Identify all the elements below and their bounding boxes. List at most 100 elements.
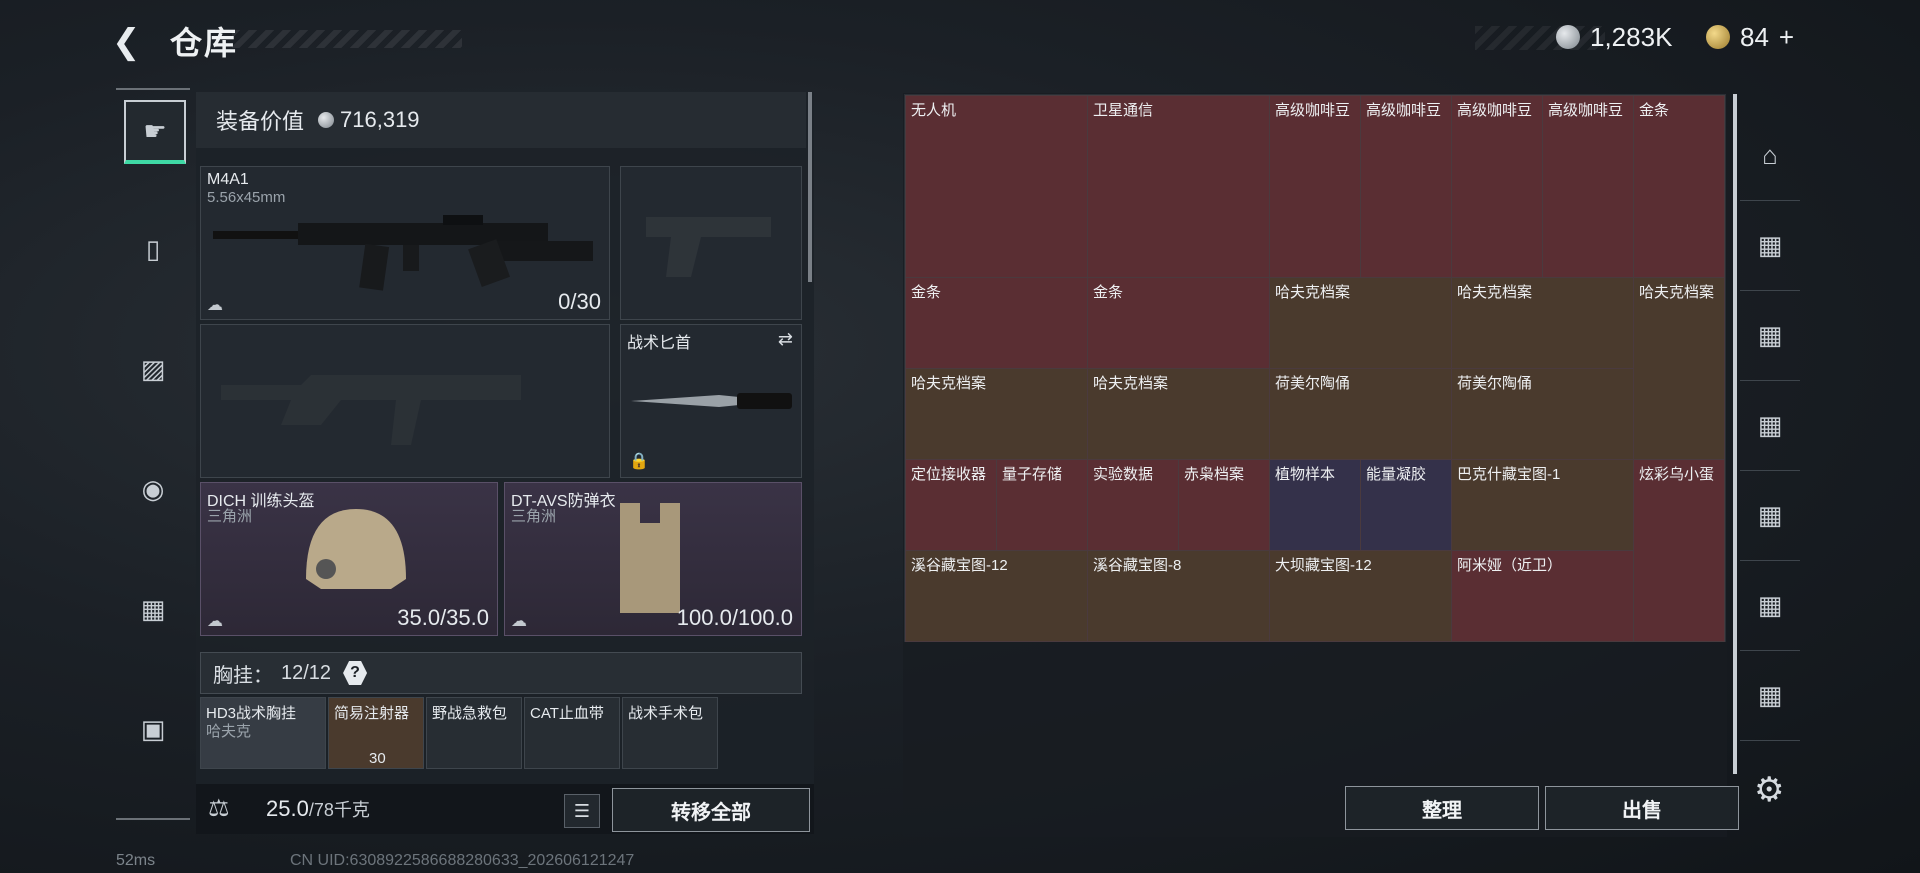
stash-item[interactable]: 哈夫克档案 — [1269, 277, 1452, 369]
stash-item[interactable]: 溪谷藏宝图-12 — [905, 550, 1088, 642]
no-drop-icon: ☁ — [207, 613, 223, 630]
page-title: 仓库 — [170, 25, 239, 61]
nav-helmet-icon[interactable]: ◉ — [124, 460, 182, 518]
title-decoration — [232, 30, 462, 48]
swap-icon[interactable]: ⇄ — [778, 329, 793, 350]
stash-item[interactable]: 能量凝胶 — [1360, 459, 1452, 551]
nav-armor-icon[interactable]: ▯ — [124, 220, 182, 278]
stash-item[interactable]: 荷美尔陶俑 — [1269, 368, 1452, 460]
stash-item[interactable]: 大坝藏宝图-12 — [1269, 550, 1452, 642]
melee-slot[interactable]: 战术匕首 ⇄ 🔒 — [620, 324, 802, 478]
weapon-name: M4A1 — [207, 171, 249, 188]
nav-case-icon[interactable]: ▣ — [124, 700, 182, 758]
stash-item-label: 哈夫克档案 — [1093, 375, 1169, 392]
stash-item[interactable]: 高级咖啡豆 — [1269, 95, 1361, 278]
stash-tab-icon[interactable]: ▦ — [1740, 650, 1800, 741]
chest-item[interactable]: 简易注射器 30 — [328, 697, 424, 769]
stash-tab-icon[interactable]: ▦ — [1740, 290, 1800, 381]
stash-item[interactable]: 量子存储 — [996, 459, 1088, 551]
gold-coin-icon — [1706, 25, 1730, 49]
stash-item-label: 荷美尔陶俑 — [1275, 375, 1351, 392]
stash-item[interactable]: 实验数据 — [1087, 459, 1179, 551]
stash-item[interactable]: 高级咖啡豆 — [1360, 95, 1452, 278]
silver-coin-icon — [1556, 25, 1580, 49]
stash-item-label: 高级咖啡豆 — [1366, 102, 1442, 119]
settings-gear-icon[interactable]: ⚙ — [1754, 770, 1784, 810]
stash-item[interactable]: 高级咖啡豆 — [1451, 95, 1543, 278]
add-icon[interactable]: + — [1779, 22, 1794, 53]
stash-item[interactable]: 无人机 — [905, 95, 1088, 278]
stash-item[interactable]: 阿米娅（近卫） — [1451, 550, 1634, 642]
premium-amount: 84 — [1740, 21, 1769, 52]
stash-item[interactable]: 定位接收器 — [905, 459, 997, 551]
currency-premium[interactable]: 84 + — [1706, 20, 1794, 54]
helmet-durability: 35.0/35.0 — [397, 605, 489, 630]
stash-item[interactable]: 金条 — [905, 277, 1088, 369]
sort-button[interactable]: 整理 — [1345, 786, 1539, 830]
stash-item[interactable]: 哈夫克档案 — [1087, 368, 1270, 460]
helmet-brand: 三角洲 — [207, 508, 253, 525]
stash-item[interactable]: 哈夫克档案 — [1633, 277, 1725, 460]
stash-item-label: 卫星通信 — [1093, 102, 1154, 119]
stash-item[interactable]: 金条 — [1087, 277, 1270, 369]
user-id: CN UID:6308922586688280633_202606121247 — [290, 852, 635, 869]
stash-item[interactable]: 哈夫克档案 — [905, 368, 1088, 460]
stash-item-label: 无人机 — [911, 102, 957, 119]
stash-tabs: ⌂ ▦ ▦ ▦ ▦ ▦ ▦ — [1740, 110, 1800, 770]
stash-item-label: 植物样本 — [1275, 466, 1336, 483]
stash-item-label: 哈夫克档案 — [1275, 284, 1351, 301]
stash-item[interactable]: 植物样本 — [1269, 459, 1361, 551]
back-arrow-icon[interactable]: ❮ — [112, 22, 152, 62]
weight-icon: ⚖ — [208, 795, 230, 822]
stash-item[interactable]: 溪谷藏宝图-8 — [1087, 550, 1270, 642]
help-icon[interactable]: ? — [343, 661, 368, 685]
nav-weapons-icon[interactable]: ☛ — [124, 100, 186, 164]
melee-name: 战术匕首 — [627, 335, 692, 352]
stash-item-label: 溪谷藏宝图-12 — [911, 557, 1008, 574]
secondary-weapon-slot[interactable] — [200, 324, 610, 478]
stash-tab-icon[interactable]: ▦ — [1740, 470, 1800, 561]
chest-item[interactable]: 战术手术包 — [622, 697, 718, 769]
stash-item-label: 高级咖啡豆 — [1457, 102, 1533, 119]
list-view-icon[interactable]: ☰ — [564, 794, 600, 828]
stash-tab-icon[interactable]: ▦ — [1740, 560, 1800, 651]
rifle-image — [213, 215, 593, 291]
stash-item-label: 能量凝胶 — [1366, 466, 1427, 483]
primary-weapon-slot[interactable]: M4A1 5.56x45mm ☁ 0/30 — [200, 166, 610, 320]
armor-slot[interactable]: DT-AVS防弹衣 三角洲 ☁ 100.0/100.0 — [504, 482, 802, 636]
stash-item[interactable]: 荷美尔陶俑 — [1451, 368, 1634, 460]
armor-image — [620, 503, 680, 613]
stash-item[interactable]: 高级咖啡豆 — [1542, 95, 1634, 278]
stash-scrollbar[interactable] — [1733, 94, 1737, 774]
stash-item[interactable]: 赤枭档案 — [1178, 459, 1270, 551]
silver-coin-icon — [318, 112, 335, 128]
nav-pouch-icon[interactable]: ▦ — [124, 580, 182, 638]
stash-home-icon[interactable]: ⌂ — [1740, 110, 1800, 201]
loadout-scrollbar[interactable] — [808, 92, 812, 282]
stash-item[interactable]: 巴克什藏宝图-1 — [1451, 459, 1634, 551]
currency-coins: 1,283K — [1556, 20, 1672, 54]
stash-item[interactable]: 炫彩乌小蛋 — [1633, 459, 1725, 642]
stash-item[interactable]: 金条 — [1633, 95, 1725, 278]
sell-button[interactable]: 出售 — [1545, 786, 1739, 830]
no-drop-icon: ☁ — [511, 613, 527, 630]
loadout-panel: 装备价值 716,319 M4A1 5.56x45mm ☁ 0/30 战术匕首 … — [196, 92, 814, 834]
weight-capacity: /78千克 — [308, 800, 370, 820]
ammo-count: 0/30 — [558, 289, 601, 314]
stash-item-label: 阿米娅（近卫） — [1457, 557, 1563, 574]
stash-item[interactable]: 卫星通信 — [1087, 95, 1270, 278]
stash-item[interactable]: 哈夫克档案 — [1451, 277, 1634, 369]
nav-backpack-icon[interactable]: ▨ — [124, 340, 182, 398]
transfer-all-button[interactable]: 转移全部 — [612, 788, 810, 832]
pistol-slot[interactable] — [620, 166, 802, 320]
chest-item[interactable]: HD3战术胸挂 哈夫克 — [200, 697, 326, 769]
helmet-image — [306, 509, 406, 589]
stash-item-label: 金条 — [1639, 102, 1670, 119]
chest-item[interactable]: CAT止血带 — [524, 697, 620, 769]
stash-item-label: 炫彩乌小蛋 — [1639, 466, 1715, 483]
chest-item[interactable]: 野战急救包 — [426, 697, 522, 769]
helmet-slot[interactable]: DICH 训练头盔 三角洲 ☁ 35.0/35.0 — [200, 482, 498, 636]
stash-tab-icon[interactable]: ▦ — [1740, 380, 1800, 471]
loadout-nav: ☛ ▯ ▨ ◉ ▦ ▣ — [116, 88, 190, 820]
stash-tab-icon[interactable]: ▦ — [1740, 200, 1800, 291]
